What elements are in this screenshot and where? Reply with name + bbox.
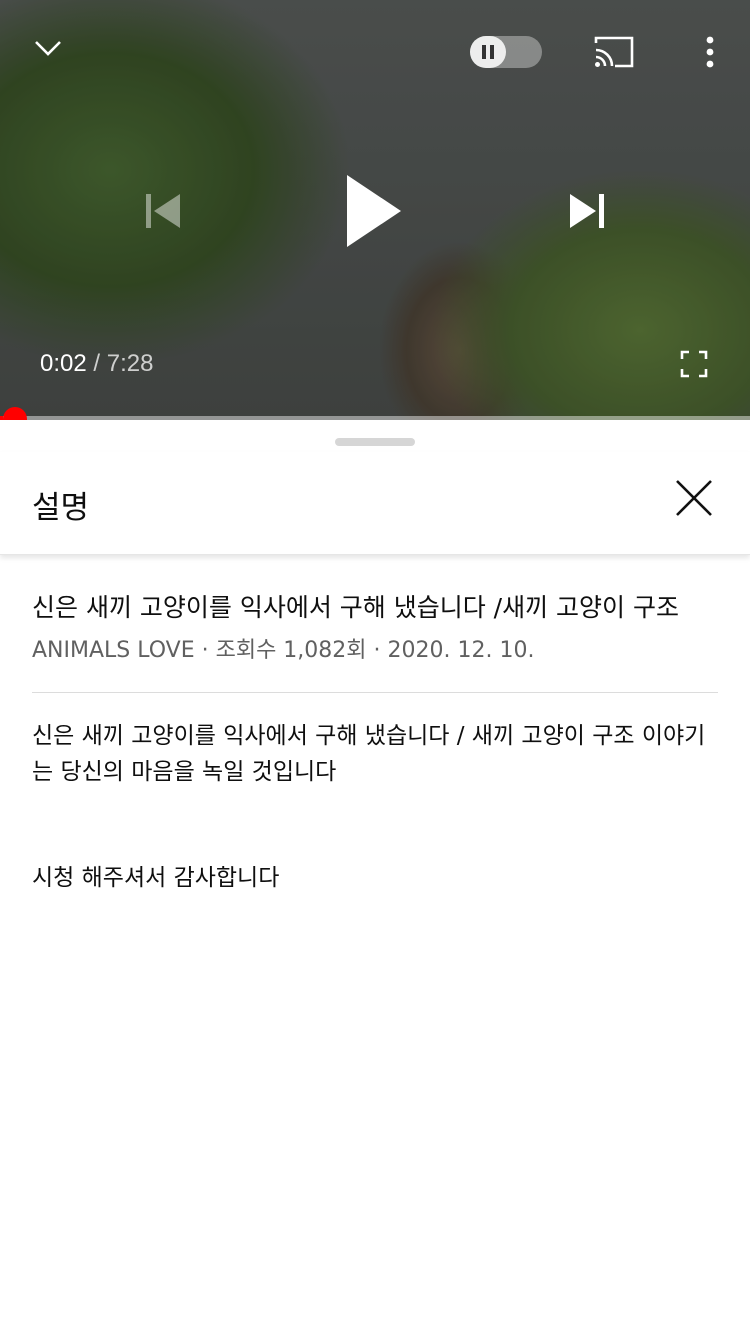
skip-previous-icon[interactable] [136, 188, 190, 234]
close-icon[interactable] [670, 474, 718, 522]
panel-title: 설명 [32, 490, 90, 526]
chevron-down-icon[interactable] [28, 30, 68, 66]
play-icon[interactable] [336, 168, 412, 254]
more-vertical-icon[interactable] [694, 30, 726, 74]
thanks-text: 시청 해주셔서 감사합니다 [32, 865, 280, 891]
meta-separator: · [201, 638, 209, 663]
current-time: 0:02 [40, 350, 87, 377]
fullscreen-icon[interactable] [676, 346, 712, 382]
duration: / 7:28 [93, 350, 154, 377]
cast-icon[interactable] [590, 30, 638, 74]
description-panel: 설명 신은 새끼 고양이를 익사에서 구해 냈습니다 /새끼 고양이 구조 AN… [0, 422, 750, 1334]
pause-icon [470, 36, 506, 68]
upload-date: 2020. 12. 10. [387, 638, 535, 663]
video-player[interactable]: 0:02 / 7:28 [0, 0, 750, 420]
view-count: 조회수 1,082회 [215, 638, 367, 663]
time-display: 0:02 / 7:28 [40, 350, 153, 378]
video-title: 신은 새끼 고양이를 익사에서 구해 냈습니다 /새끼 고양이 구조 [32, 593, 679, 622]
autoplay-toggle[interactable] [470, 36, 542, 68]
video-meta: ANIMALS LOVE · 조회수 1,082회 · 2020. 12. 10… [32, 632, 534, 664]
progress-bar[interactable] [0, 416, 750, 420]
drag-handle[interactable] [335, 438, 415, 446]
meta-separator: · [373, 638, 381, 663]
channel-name[interactable]: ANIMALS LOVE [32, 638, 195, 663]
panel-header: 설명 [0, 452, 750, 555]
skip-next-icon[interactable] [560, 188, 614, 234]
description-text: 신은 새끼 고양이를 익사에서 구해 냈습니다 / 새끼 고양이 구조 이야기는… [32, 723, 706, 785]
divider [32, 692, 718, 693]
